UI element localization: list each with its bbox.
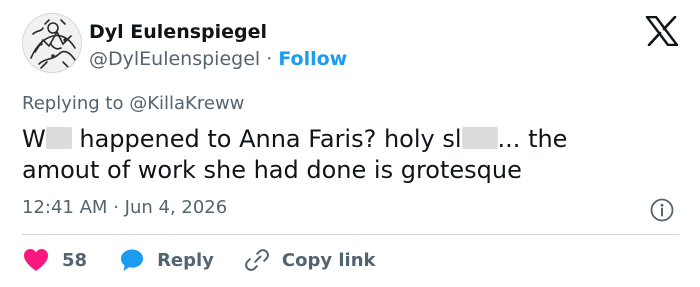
copy-link-label: Copy link [281,249,376,271]
redaction-block [45,127,72,149]
replying-to: Replying to @KillaKreww [22,93,244,114]
redaction-block [461,127,498,149]
tweet-text-line: amout of work she had done is grotesque [22,156,522,184]
tweet-text-part: W [22,125,46,153]
action-bar: 58 Reply Copy link [22,246,376,274]
reply-label: Reply [157,249,214,271]
avatar-image [23,14,81,72]
link-icon [245,249,269,271]
tweet-date: Jun 4, 2026 [124,197,228,218]
heart-icon [24,249,48,271]
divider [22,234,679,235]
x-logo-icon[interactable] [645,15,679,47]
timestamp-separator: · [113,197,119,218]
info-icon[interactable] [649,197,675,223]
speech-bubble-icon [121,249,144,271]
author-handle-row: @DylEulenspiegel · Follow [89,48,347,70]
tweet-time: 12:41 AM [22,197,108,218]
tweet-text-part: happened to Anna Faris? holy sl [71,125,462,153]
handle-separator: · [266,48,273,70]
tweet-text-part: ... the [497,125,568,153]
tweet-card: Dyl Eulenspiegel @DylEulenspiegel · Foll… [0,0,700,287]
reply-button[interactable]: Reply [119,247,214,273]
tweet-text: W happened to Anna Faris? holy sl ... the… [22,124,662,186]
reply-mention-link[interactable]: @KillaKreww [129,93,244,114]
copy-link-button[interactable]: Copy link [244,247,376,273]
author-name[interactable]: Dyl Eulenspiegel [89,21,267,43]
author-handle[interactable]: @DylEulenspiegel [89,48,260,70]
like-button[interactable]: 58 [22,247,87,273]
like-count: 58 [62,249,88,271]
replying-prefix: Replying to [22,93,124,114]
tweet-timestamp[interactable]: 12:41 AM · Jun 4, 2026 [22,197,227,218]
follow-button[interactable]: Follow [278,48,347,70]
avatar[interactable] [22,13,82,73]
